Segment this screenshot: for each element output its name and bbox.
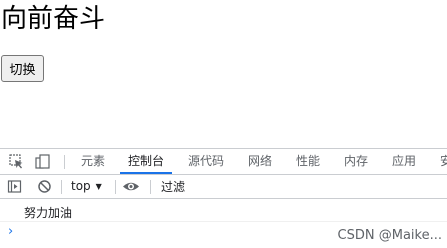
toggle-button[interactable]: 切换 <box>1 55 44 82</box>
toolbar-separator <box>115 180 116 194</box>
tab-security[interactable]: 安 <box>440 149 447 174</box>
console-toolbar: top ▼ <box>0 175 447 199</box>
tab-memory[interactable]: 内存 <box>344 149 368 174</box>
tab-sources[interactable]: 源代码 <box>188 149 224 174</box>
dropdown-caret-icon: ▼ <box>95 182 102 191</box>
tab-network[interactable]: 网络 <box>248 149 272 174</box>
tab-application[interactable]: 应用 <box>392 149 416 174</box>
sidebar-toggle-icon[interactable] <box>7 179 22 194</box>
context-value: top <box>71 179 91 193</box>
console-message-text: 努力加油 <box>24 206 73 220</box>
inspect-element-icon[interactable] <box>9 154 24 169</box>
devtools-tabbar: 元素 控制台 源代码 网络 性能 内存 应用 安 <box>0 149 447 175</box>
clear-console-icon[interactable] <box>37 179 52 194</box>
console-message: 努力加油 <box>0 204 447 222</box>
prompt-chevron-icon: › <box>8 224 14 239</box>
toolbar-separator <box>61 180 62 194</box>
live-expression-eye-icon[interactable] <box>122 179 140 194</box>
watermark: CSDN @Maike... <box>337 228 442 243</box>
toolbar-separator <box>150 180 151 194</box>
filter-input[interactable] <box>158 178 447 196</box>
devtools-panel: 元素 控制台 源代码 网络 性能 内存 应用 安 top ▼ 过滤 努力加油 ›… <box>0 148 447 248</box>
page-heading: 向前奋斗 <box>1 4 106 34</box>
device-toolbar-icon[interactable] <box>35 154 50 169</box>
tab-console[interactable]: 控制台 <box>119 149 173 174</box>
context-selector[interactable]: top ▼ <box>71 175 102 198</box>
tab-elements[interactable]: 元素 <box>81 149 105 174</box>
tab-performance[interactable]: 性能 <box>296 149 320 174</box>
tabbar-separator <box>64 155 65 169</box>
